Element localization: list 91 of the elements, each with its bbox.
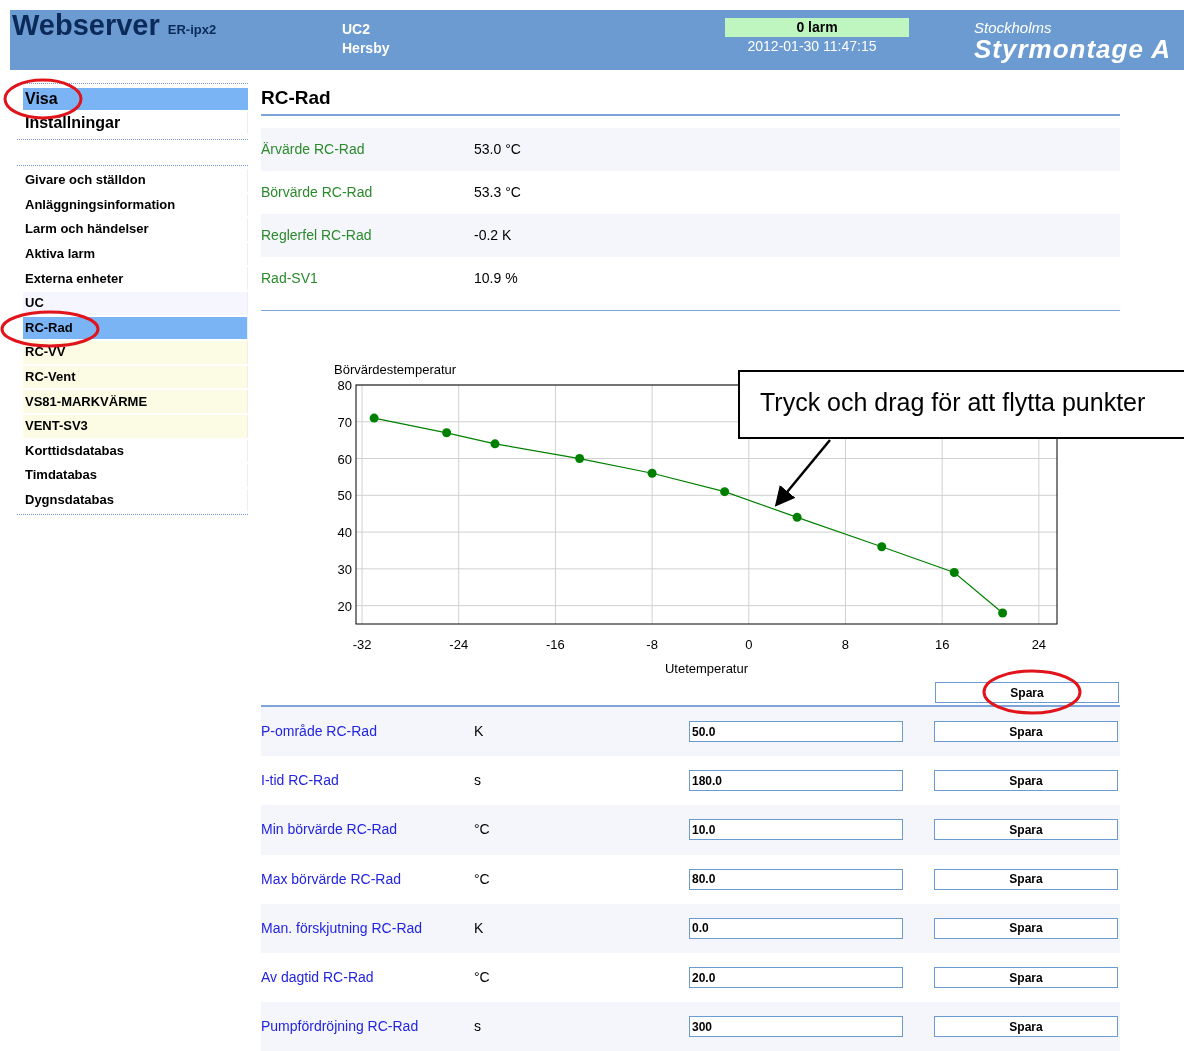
timestamp: 2012-01-30 11:47:15 [747,37,877,56]
setting-label: Man. förskjutning RC-Rad [261,918,424,938]
value-field[interactable]: 50.0 [689,721,903,743]
unit-name: UC2 [342,20,371,39]
setting-unit: °C [474,968,491,988]
save-button[interactable]: Spara [934,770,1118,792]
x-tick-label: 16 [934,637,950,652]
y-tick-label: 40 [337,525,352,541]
company-name: Stockholms [974,19,1053,36]
x-tick-label: 0 [745,637,753,652]
mode-tab[interactable]: Visa [23,88,248,110]
setting-label: Min börvärde RC-Rad [261,820,399,840]
curve-point[interactable] [575,454,585,464]
x-axis-title: Utetemperatur [664,661,749,676]
curve-point[interactable] [720,487,730,497]
value-field[interactable]: 20.0 [689,967,903,989]
save-button[interactable]: Spara [934,917,1118,939]
curve-point[interactable] [877,542,887,552]
y-tick-label: 50 [337,488,352,504]
nav-item[interactable]: Korttidsdatabas [23,439,248,463]
page-title: RC-Rad [261,87,331,108]
nav-item[interactable]: RC-VV [23,341,248,364]
setting-unit: °C [474,820,491,840]
app-title: Webserver [12,10,160,40]
nav-item[interactable]: RC-Vent [23,365,248,389]
setting-label: P-område RC-Rad [261,722,378,742]
nav-item[interactable]: UC [23,291,248,315]
save-button[interactable]: Spara [934,967,1118,989]
y-tick-label: 20 [337,598,352,614]
x-tick-label: 24 [1031,637,1047,652]
callout-arrow [774,439,831,507]
x-tick-label: -24 [449,637,469,652]
setting-unit: K [474,918,485,938]
save-button[interactable]: Spara [934,819,1118,841]
save-button[interactable]: Spara [934,721,1118,743]
curve-point[interactable] [647,468,657,478]
callout-box: Tryck och drag för att flytta punkter [738,370,1184,439]
setting-unit: s [474,771,482,791]
reading-label: Ärvärde RC-Rad [261,140,366,159]
x-tick-label: 8 [841,637,850,652]
site-name: Hersby [342,39,391,58]
curve-point[interactable] [949,568,959,577]
nav-item[interactable]: Dygnsdatabas [23,488,248,512]
curve-point[interactable] [792,512,802,522]
y-tick-label: 80 [337,378,352,393]
setting-unit: s [474,1017,482,1037]
setting-label: Av dagtid RC-Rad [261,968,375,988]
y-tick-label: 30 [337,561,352,577]
value-field[interactable]: 300 [689,1016,903,1038]
curve-point[interactable] [442,428,452,438]
reading-value: 53.3 °C [474,183,521,202]
value-field[interactable]: 180.0 [689,770,903,792]
curve-point[interactable] [490,439,500,449]
company-name: Styrmontage A [974,36,1171,62]
reading-value: -0.2 K [474,226,512,245]
nav-item[interactable]: VENT-SV3 [23,414,248,438]
nav-item[interactable]: Timdatabas [23,464,248,487]
nav-item[interactable]: Anläggningsinformation [23,193,248,217]
setting-label: I-tid RC-Rad [261,771,340,791]
save-button[interactable]: Spara [934,1016,1118,1038]
value-field[interactable]: 80.0 [689,868,903,890]
reading-label: Reglerfel RC-Rad [261,226,373,245]
setting-label: Pumpfördröjning RC-Rad [261,1017,420,1037]
model-name: ER-ipx2 [167,20,217,39]
x-tick-label: -16 [546,637,565,652]
nav-item[interactable]: VS81-MARKVÄRME [23,390,248,413]
alarm-status: 0 larm [725,18,909,37]
reading-label: Börvärde RC-Rad [261,183,374,202]
reading-label: Rad-SV1 [261,269,319,288]
setting-unit: °C [474,869,491,889]
save-button[interactable]: Spara [935,682,1119,703]
reading-value: 53.0 °C [474,140,521,159]
value-field[interactable]: 0.0 [689,917,903,939]
curve-point[interactable] [369,413,379,423]
y-axis-title: Börvärdestemperatur [334,362,457,377]
nav-item[interactable]: Aktiva larm [23,242,248,266]
setting-unit: K [474,722,485,742]
nav-item[interactable]: Externa enheter [23,267,248,290]
nav-item[interactable]: Givare och ställdon [23,169,248,192]
x-tick-label: -32 [352,637,372,652]
nav-item[interactable]: RC-Rad [23,316,248,340]
setting-label: Max börvärde RC-Rad [261,869,403,889]
mode-tab[interactable]: Inställningar [23,112,248,134]
x-tick-label: -8 [646,637,658,652]
reading-value: 10.9 % [474,269,518,288]
curve-point[interactable] [998,608,1008,618]
value-field[interactable]: 10.0 [689,819,903,841]
nav-item[interactable]: Larm och händelser [23,218,248,241]
save-button[interactable]: Spara [934,868,1118,890]
y-tick-label: 70 [337,414,352,430]
y-tick-label: 60 [337,451,352,467]
